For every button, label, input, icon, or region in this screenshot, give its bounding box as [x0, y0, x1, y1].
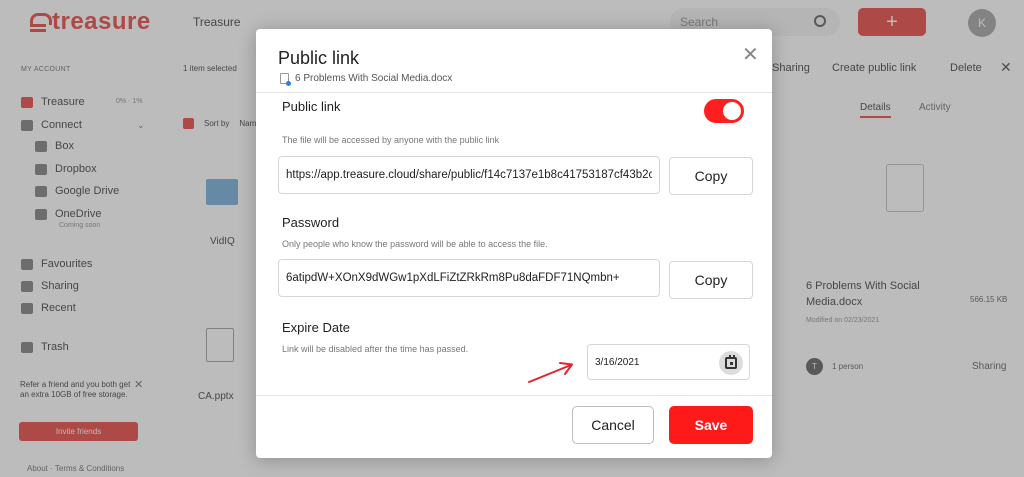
calendar-button[interactable] [719, 351, 743, 375]
public-link-url-field[interactable] [278, 156, 660, 194]
annotation-arrow-icon [528, 362, 573, 383]
divider [256, 395, 772, 396]
password-label: Password [282, 215, 340, 230]
password-description: Only people who know the password will b… [282, 239, 548, 249]
close-icon[interactable]: ✕ [742, 42, 759, 67]
password-field[interactable] [278, 259, 660, 297]
toggle-knob [723, 102, 741, 120]
calendar-icon [725, 355, 737, 369]
dialog-file-name: 6 Problems With Social Media.docx [295, 73, 453, 84]
dialog-title: Public link [278, 48, 360, 68]
expire-date-label: Expire Date [282, 320, 350, 335]
cancel-button[interactable]: Cancel [572, 406, 654, 444]
copy-password-button[interactable]: Copy [669, 261, 753, 299]
public-link-description: The file will be accessed by anyone with… [282, 135, 500, 145]
dialog-file: 6 Problems With Social Media.docx [280, 73, 453, 86]
document-icon [280, 73, 291, 86]
expire-date-value: 3/16/2021 [595, 357, 640, 368]
expire-date-field[interactable]: 3/16/2021 [587, 344, 750, 380]
public-link-dialog: Public link ✕ 6 Problems With Social Med… [256, 29, 772, 458]
public-link-label: Public link [282, 99, 341, 114]
divider [256, 92, 772, 93]
save-button[interactable]: Save [669, 406, 753, 444]
expire-date-description: Link will be disabled after the time has… [282, 344, 469, 354]
copy-link-button[interactable]: Copy [669, 157, 753, 195]
public-link-toggle[interactable] [704, 99, 744, 123]
